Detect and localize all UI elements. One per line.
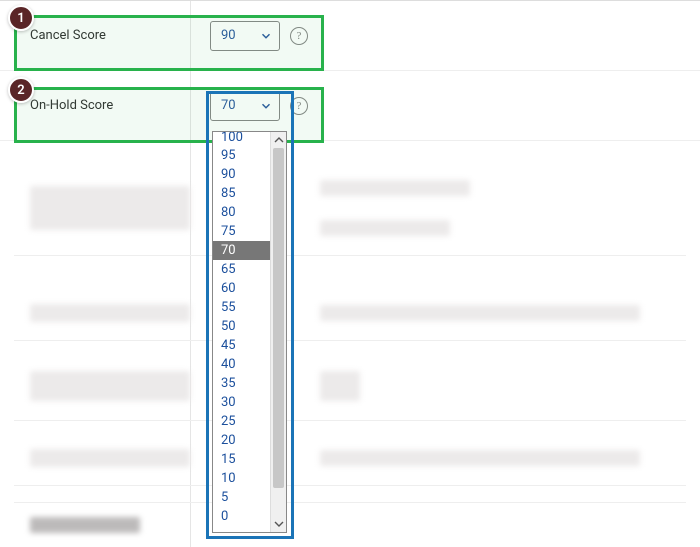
blurred-placeholder <box>30 304 190 322</box>
select-cancel-score[interactable]: 90 <box>210 21 280 51</box>
dropdown-option[interactable]: 25 <box>213 412 270 431</box>
blurred-placeholder <box>320 220 450 236</box>
dropdown-option[interactable]: 15 <box>213 450 270 469</box>
select-onhold-score-value: 70 <box>221 98 236 113</box>
dropdown-option[interactable]: 90 <box>213 165 270 184</box>
row-onhold-score: On-Hold Score 70 ? <box>0 71 700 141</box>
blurred-row <box>14 351 686 421</box>
scroll-up-icon[interactable] <box>271 132 286 148</box>
blurred-row <box>14 431 686 486</box>
blurred-row <box>14 161 686 256</box>
select-onhold-score[interactable]: 70 <box>210 91 280 121</box>
help-icon[interactable]: ? <box>290 27 308 45</box>
dropdown-option[interactable]: 70 <box>213 241 270 260</box>
dropdown-items: 100 959085807570656055504540353025201510… <box>213 132 270 532</box>
scroll-down-icon[interactable] <box>271 516 286 532</box>
dropdown-option[interactable]: 20 <box>213 431 270 450</box>
chevron-down-icon <box>259 99 273 117</box>
blurred-placeholder <box>320 305 640 321</box>
dropdown-option[interactable]: 35 <box>213 374 270 393</box>
dropdown-option[interactable]: 0 <box>213 507 270 526</box>
dropdown-option[interactable]: 65 <box>213 260 270 279</box>
dropdown-option[interactable]: 50 <box>213 317 270 336</box>
blurred-row <box>14 502 686 547</box>
dropdown-option[interactable]: 80 <box>213 203 270 222</box>
blurred-placeholder <box>30 371 190 401</box>
dropdown-option[interactable]: 85 <box>213 184 270 203</box>
scrollbar[interactable] <box>270 132 286 532</box>
dropdown-onhold-options[interactable]: 100 959085807570656055504540353025201510… <box>212 131 287 533</box>
help-icon[interactable]: ? <box>290 97 308 115</box>
blurred-placeholder <box>320 450 640 466</box>
blurred-placeholder <box>30 186 190 230</box>
dropdown-option[interactable]: 55 <box>213 298 270 317</box>
dropdown-option[interactable]: 10 <box>213 469 270 488</box>
blurred-row <box>14 286 686 341</box>
row-cancel-score: Cancel Score 90 ? <box>0 1 700 71</box>
control-cancel-score: 90 ? <box>210 21 308 51</box>
select-cancel-score-value: 90 <box>221 28 236 43</box>
step-badge-1: 1 <box>8 5 34 31</box>
dropdown-option[interactable]: 75 <box>213 222 270 241</box>
dropdown-option[interactable]: 95 <box>213 146 270 165</box>
step-badge-2: 2 <box>8 77 34 103</box>
label-cancel-score: Cancel Score <box>30 28 190 43</box>
dropdown-option[interactable]: 100 <box>213 132 270 146</box>
dropdown-option[interactable]: 30 <box>213 393 270 412</box>
blurred-placeholder <box>30 517 140 533</box>
control-onhold-score: 70 ? <box>210 91 308 121</box>
dropdown-option[interactable]: 5 <box>213 488 270 507</box>
dropdown-option[interactable]: 45 <box>213 336 270 355</box>
dropdown-option[interactable]: 40 <box>213 355 270 374</box>
scrollbar-thumb[interactable] <box>273 148 284 488</box>
settings-page: Cancel Score 90 ? On-Hold Score 70 ? <box>0 0 700 547</box>
dropdown-option[interactable]: 60 <box>213 279 270 298</box>
blurred-placeholder <box>30 449 190 467</box>
blurred-placeholder <box>320 371 360 401</box>
chevron-down-icon <box>259 29 273 47</box>
blurred-placeholder <box>320 180 470 196</box>
label-onhold-score: On-Hold Score <box>30 98 190 113</box>
